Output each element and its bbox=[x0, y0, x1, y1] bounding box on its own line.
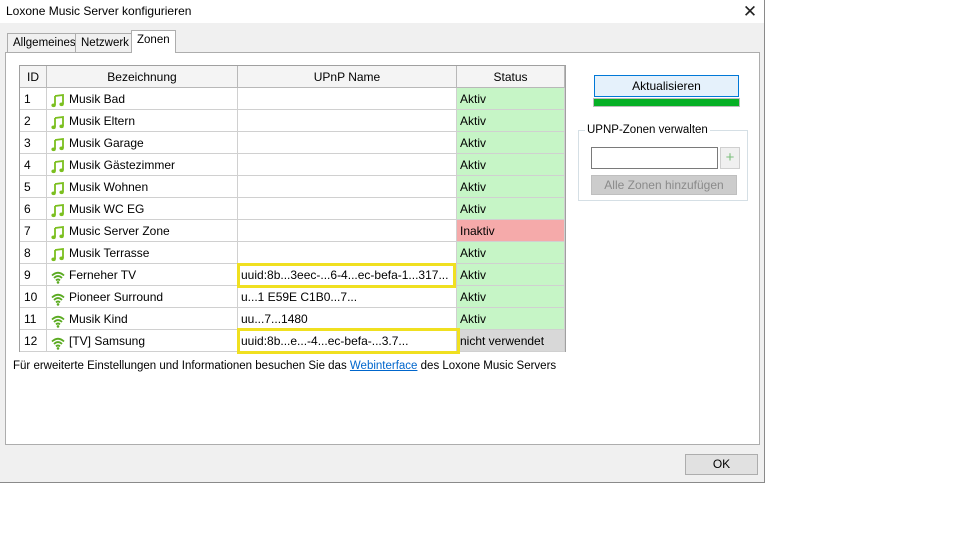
table-row-upnp bbox=[238, 132, 457, 154]
zone-name: Ferneher TV bbox=[69, 268, 137, 282]
table-row-status: Aktiv bbox=[457, 132, 565, 154]
dialog-window: Loxone Music Server konfigurieren ✕ Allg… bbox=[0, 0, 765, 483]
table-row-id: 5 bbox=[20, 176, 47, 198]
zone-name: Musik Terrasse bbox=[69, 246, 150, 260]
table-row-name: Musik Terrasse bbox=[47, 242, 238, 264]
table-row-upnp bbox=[238, 242, 457, 264]
music-note-icon bbox=[51, 225, 65, 239]
close-icon[interactable]: ✕ bbox=[736, 0, 764, 23]
column-header-status: Status bbox=[457, 66, 565, 88]
column-header-upnp: UPnP Name bbox=[238, 66, 457, 88]
zone-name: Musik Garage bbox=[69, 136, 144, 150]
column-header-name: Bezeichnung bbox=[47, 66, 238, 88]
table-row-status: Aktiv bbox=[457, 308, 565, 330]
music-note-icon bbox=[51, 115, 65, 129]
table-row-name: Musik Kind bbox=[47, 308, 238, 330]
table-row-status: Aktiv bbox=[457, 286, 565, 308]
table-row-upnp: uuid:8b...3eec-...6-4...ec-befa-1...317.… bbox=[238, 264, 457, 286]
table-row-upnp: u...1 E59E C1B0...7... bbox=[238, 286, 457, 308]
zones-table[interactable]: ID Bezeichnung UPnP Name Status 1 Musik Bad Ak… bbox=[19, 65, 566, 352]
table-row-name: Musik Gästezimmer bbox=[47, 154, 238, 176]
table-row-upnp bbox=[238, 154, 457, 176]
zone-name: [TV] Samsung bbox=[69, 334, 146, 348]
ok-button[interactable]: OK bbox=[685, 454, 758, 475]
table-row-status: Aktiv bbox=[457, 176, 565, 198]
table-row-status: Aktiv bbox=[457, 242, 565, 264]
table-row-status: Aktiv bbox=[457, 154, 565, 176]
wifi-icon bbox=[51, 291, 65, 306]
table-row-name: Music Server Zone bbox=[47, 220, 238, 242]
table-row-name: Pioneer Surround bbox=[47, 286, 238, 308]
info-text: Für erweiterte Einstellungen und Informa… bbox=[13, 360, 556, 372]
zone-name: Musik Bad bbox=[69, 92, 126, 106]
zone-name: Pioneer Surround bbox=[69, 290, 164, 304]
table-row-upnp bbox=[238, 198, 457, 220]
zone-name: Musik Kind bbox=[69, 312, 128, 326]
zone-name: Musik Eltern bbox=[69, 114, 136, 128]
table-row-id: 8 bbox=[20, 242, 47, 264]
refresh-button[interactable]: Aktualisieren bbox=[594, 75, 739, 97]
wifi-icon bbox=[51, 313, 65, 328]
table-row-status: Aktiv bbox=[457, 88, 565, 110]
info-suffix: des Loxone Music Servers bbox=[417, 360, 557, 372]
table-row-upnp: uuid:8b...e...-4...ec-befa-...3.7... bbox=[238, 330, 457, 352]
table-row-status: nicht verwendet bbox=[457, 330, 565, 352]
table-row-upnp: uu...7...1480 bbox=[238, 308, 457, 330]
column-header-id: ID bbox=[20, 66, 47, 88]
table-row-name: Musik Bad bbox=[47, 88, 238, 110]
table-row-id: 12 bbox=[20, 330, 47, 352]
zone-input[interactable] bbox=[591, 147, 718, 169]
wifi-icon bbox=[51, 269, 65, 284]
info-prefix: Für erweiterte Einstellungen und Informa… bbox=[13, 360, 350, 372]
title-bar: Loxone Music Server konfigurieren ✕ bbox=[0, 0, 764, 23]
table-row-id: 3 bbox=[20, 132, 47, 154]
table-row-id: 6 bbox=[20, 198, 47, 220]
progress-bar bbox=[593, 98, 740, 107]
table-row-name: Musik Garage bbox=[47, 132, 238, 154]
table-row-status: Aktiv bbox=[457, 264, 565, 286]
table-row-id: 1 bbox=[20, 88, 47, 110]
add-zone-button[interactable]: + bbox=[720, 147, 740, 169]
table-row-id: 11 bbox=[20, 308, 47, 330]
music-note-icon bbox=[51, 181, 65, 195]
music-note-icon bbox=[51, 203, 65, 217]
music-note-icon bbox=[51, 159, 65, 173]
music-note-icon bbox=[51, 93, 65, 107]
window-title: Loxone Music Server konfigurieren bbox=[6, 4, 192, 18]
music-note-icon bbox=[51, 247, 65, 261]
table-row-upnp bbox=[238, 88, 457, 110]
tab-zonen[interactable]: Zonen bbox=[131, 30, 176, 53]
table-row-name: Musik Wohnen bbox=[47, 176, 238, 198]
table-row-upnp bbox=[238, 176, 457, 198]
zone-name: Musik Gästezimmer bbox=[69, 158, 176, 172]
wifi-icon bbox=[51, 335, 65, 350]
table-row-upnp bbox=[238, 110, 457, 132]
table-row-name: [TV] Samsung bbox=[47, 330, 238, 352]
table-row-id: 9 bbox=[20, 264, 47, 286]
tab-allgemeines[interactable]: Allgemeines bbox=[7, 33, 82, 52]
tab-netzwerk[interactable]: Netzwerk bbox=[75, 33, 135, 52]
music-note-icon bbox=[51, 137, 65, 151]
upnp-zones-group-label: UPNP-Zonen verwalten bbox=[585, 124, 710, 136]
zone-name: Musik WC EG bbox=[69, 202, 145, 216]
table-row-name: Ferneher TV bbox=[47, 264, 238, 286]
table-row-id: 2 bbox=[20, 110, 47, 132]
zone-name: Music Server Zone bbox=[69, 224, 170, 238]
table-row-upnp bbox=[238, 220, 457, 242]
add-all-zones-button[interactable]: Alle Zonen hinzufügen bbox=[591, 175, 737, 195]
table-row-status: Aktiv bbox=[457, 110, 565, 132]
table-row-id: 4 bbox=[20, 154, 47, 176]
table-row-name: Musik WC EG bbox=[47, 198, 238, 220]
zone-name: Musik Wohnen bbox=[69, 180, 149, 194]
table-row-id: 10 bbox=[20, 286, 47, 308]
table-row-id: 7 bbox=[20, 220, 47, 242]
webinterface-link[interactable]: Webinterface bbox=[350, 360, 418, 372]
table-row-name: Musik Eltern bbox=[47, 110, 238, 132]
table-row-status: Aktiv bbox=[457, 198, 565, 220]
table-row-status: Inaktiv bbox=[457, 220, 565, 242]
